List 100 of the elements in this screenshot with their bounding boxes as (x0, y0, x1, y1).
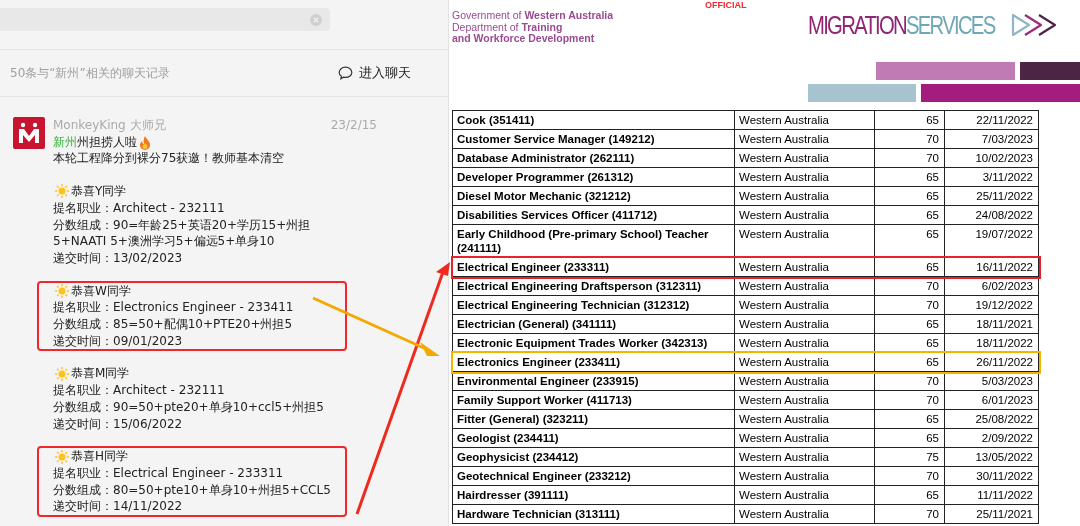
table-cell: 65 (874, 485, 945, 505)
table-cell: Developer Programmer (261312) (452, 167, 735, 187)
table-cell: 2/09/2022 (944, 428, 1039, 448)
department-text: Department of Training (452, 21, 564, 33)
search-field[interactable] (0, 8, 330, 31)
table-cell: Western Australia (734, 129, 875, 149)
table-cell: Western Australia (734, 110, 875, 130)
table-cell: Western Australia (734, 428, 875, 448)
clear-icon[interactable] (310, 13, 322, 26)
table-cell: 65 (874, 257, 945, 277)
table-cell: Family Support Worker (411713) (452, 390, 735, 410)
table-cell: Western Australia (734, 295, 875, 315)
table-cell: Electrical Engineer (233311) (452, 257, 735, 277)
table-cell: Geotechnical Engineer (233212) (452, 466, 735, 486)
table-cell: 24/08/2022 (944, 205, 1039, 225)
table-cell: 70 (874, 390, 945, 410)
table-cell: Western Australia (734, 390, 875, 410)
table-cell: Western Australia (734, 504, 875, 524)
department-text: and Workforce Development (452, 33, 596, 45)
table-cell: Western Australia (734, 409, 875, 429)
sender-name: MonkeyKing 大师兄 (53, 117, 166, 134)
table-cell: 25/11/2021 (944, 504, 1039, 524)
decorative-bar (1020, 62, 1080, 80)
table-cell: Environmental Engineer (233915) (452, 371, 735, 391)
table-cell: Electrical Engineering Draftsperson (312311) (452, 276, 735, 296)
table-cell: Western Australia (734, 352, 875, 372)
table-cell: 65 (874, 428, 945, 448)
table-cell: 10/02/2023 (944, 148, 1039, 168)
enter-chat-button[interactable]: 进入聊天 (338, 64, 411, 82)
message-text: 分数组成：85=50+配偶10+PTE20+州担5 (53, 316, 294, 333)
table-cell: Database Administrator (262111) (452, 148, 735, 168)
table-cell: Disabilities Services Officer (411712) (452, 205, 735, 225)
message-text: 提名职业：Electronics Engineer - 233411 (53, 299, 295, 317)
table-cell: 70 (874, 371, 945, 391)
table-cell: 70 (874, 276, 945, 296)
table-cell: 65 (874, 167, 945, 187)
message-text: 提名职业：Architect - 232111 (53, 199, 226, 217)
message-text: 递交时间：09/01/2023 (53, 332, 184, 350)
department-text: Government of Western Australia (452, 10, 615, 22)
table-cell: Geophysicist (234412) (452, 447, 735, 467)
table-cell: Hairdresser (391111) (452, 485, 735, 505)
table-cell: 3/11/2022 (944, 167, 1039, 187)
table-cell: Fitter (General) (323211) (452, 409, 735, 429)
table-cell: 16/11/2022 (944, 257, 1039, 277)
table-cell: 70 (874, 295, 945, 315)
table-cell: Hardware Technician (313111) (452, 504, 735, 524)
table-cell: 65 (874, 409, 945, 429)
message-text: 本轮工程降分到裸分75获邀！教师基本清空 (53, 150, 286, 168)
congrats-title: 恭喜W同学 (71, 282, 131, 300)
message-text: 递交时间：15/06/2022 (53, 415, 184, 433)
table-cell: Western Australia (734, 257, 875, 277)
message-text: 分数组成：90=50+pte20+单身10+ccl5+州担5 (53, 398, 325, 416)
table-cell: 30/11/2022 (944, 466, 1039, 486)
message-text: 分数组成：90=年龄25+英语20+学历15+州担5+NAATI 5+澳洲学习5+偏远5+单身10 (53, 216, 312, 250)
keyword-highlight: 新州 (53, 133, 77, 151)
table-cell: Electronic Equipment Trades Worker (342313) (452, 333, 735, 353)
sun-icon (55, 184, 69, 199)
table-cell: 25/11/2022 (944, 186, 1039, 206)
table-cell: 18/11/2021 (944, 314, 1039, 334)
sun-icon (55, 283, 69, 298)
table-cell: 13/05/2022 (944, 447, 1039, 467)
table-cell: 19/12/2022 (944, 295, 1039, 315)
sun-icon (55, 449, 69, 464)
chat-bubble-icon (338, 66, 353, 80)
congrats-title: 恭喜M同学 (71, 365, 130, 383)
congrats-title: 恭喜Y同学 (71, 183, 127, 200)
table-cell: Western Australia (734, 485, 875, 505)
table-cell: 65 (874, 186, 945, 206)
avatar-logo-icon (13, 117, 45, 149)
table-cell: 5/03/2023 (944, 371, 1039, 391)
table-cell: 65 (874, 205, 945, 225)
message-text: 递交时间：13/02/2023 (53, 249, 184, 267)
table-cell: 65 (874, 110, 945, 130)
table-cell: Western Australia (734, 276, 875, 296)
message-headline: 州担捞人啦 (77, 133, 137, 151)
congrats-title: 恭喜H同学 (71, 448, 129, 465)
message-text: 提名职业：Architect - 232111 (53, 382, 226, 399)
table-cell: 26/11/2022 (944, 352, 1039, 372)
table-cell: 70 (874, 466, 945, 486)
table-cell: 6/02/2023 (944, 276, 1039, 296)
table-cell: 70 (874, 504, 945, 524)
table-cell: 6/01/2023 (944, 390, 1039, 410)
table-cell: 11/11/2022 (944, 485, 1039, 505)
table-cell: Western Australia (734, 148, 875, 168)
table-cell: Cook (351411) (452, 110, 735, 130)
table-cell: Electronics Engineer (233411) (452, 352, 735, 372)
table-cell: 22/11/2022 (944, 110, 1039, 130)
sun-icon (55, 366, 69, 381)
message-text: 分数组成：80=50+pte10+单身10+州担5+CCL5 (53, 481, 332, 499)
table-cell: Western Australia (734, 466, 875, 486)
message-text: 提名职业：Electrical Engineer - 233311 (53, 464, 285, 482)
logo-text-secondary: SERVICES (906, 9, 995, 41)
table-cell: Electrician (General) (341111) (452, 314, 735, 334)
table-cell: Geologist (234411) (452, 428, 735, 448)
table-cell: 70 (874, 148, 945, 168)
table-cell: Western Australia (734, 205, 875, 225)
table-cell: Electrical Engineering Technician (312312) (452, 295, 735, 315)
fire-icon (139, 134, 151, 150)
classification-marking: OFFICIAL (704, 0, 748, 11)
table-cell: Western Australia (734, 371, 875, 391)
